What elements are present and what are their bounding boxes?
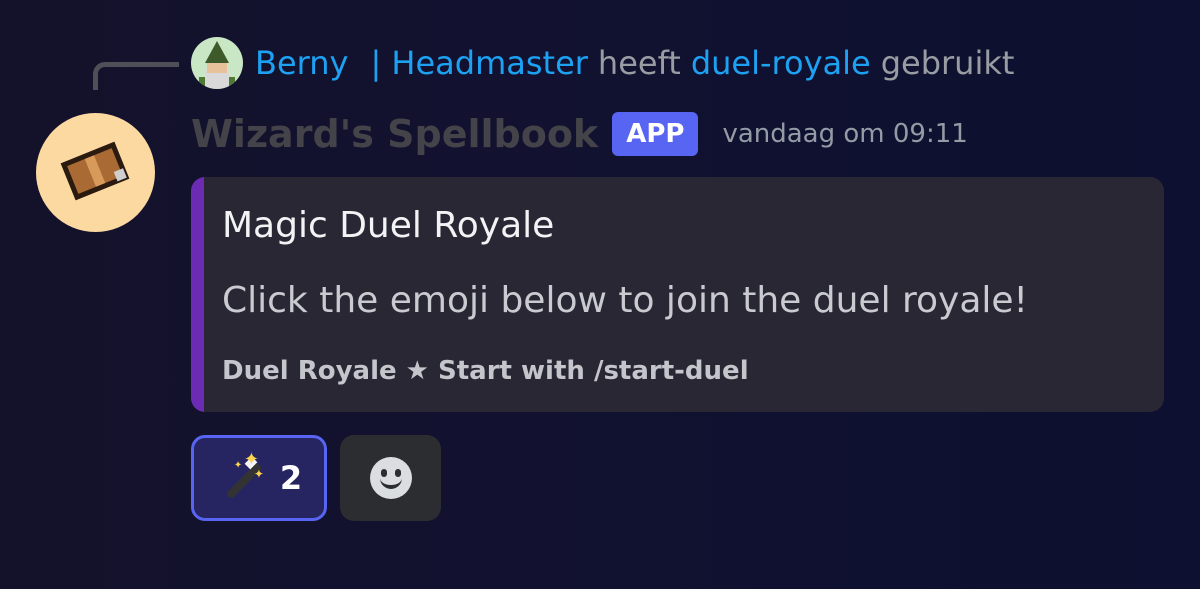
message-header: Wizard's Spellbook APP vandaag om 09:11 (191, 108, 968, 160)
message-timestamp[interactable]: vandaag om 09:11 (722, 119, 967, 149)
reply-connector-line (93, 62, 179, 90)
reply-suffix: gebruikt (880, 44, 1015, 82)
bot-avatar[interactable] (36, 113, 155, 232)
reply-reference[interactable]: Berny | Headmaster heeft duel-royale geb… (191, 36, 1014, 90)
reply-verb: heeft (597, 44, 681, 82)
embed-footer: Duel Royale ★ Start with /start-duel (222, 356, 749, 386)
message-embed: Magic Duel Royale Click the emoji below … (191, 177, 1164, 412)
smiley-add-reaction-icon (369, 457, 412, 499)
embed-accent-bar (191, 177, 204, 412)
replied-user-avatar[interactable] (191, 37, 243, 89)
reaction-magic-wand[interactable]: ✦ ✦ ✦ 2 (191, 435, 327, 521)
reaction-count: 2 (279, 459, 303, 497)
reply-command-name[interactable]: duel-royale (691, 44, 871, 82)
app-badge: APP (612, 112, 699, 156)
replied-user-name[interactable]: Berny (255, 44, 348, 82)
author-name[interactable]: Wizard's Spellbook (191, 112, 598, 156)
add-reaction-button[interactable] (340, 435, 441, 521)
magic-wand-icon: ✦ ✦ ✦ (216, 451, 264, 501)
embed-description: Click the emoji below to join the duel r… (222, 280, 1028, 321)
embed-title: Magic Duel Royale (222, 205, 555, 246)
spellbook-icon (60, 141, 130, 201)
replied-user-role[interactable]: | Headmaster (370, 44, 587, 82)
